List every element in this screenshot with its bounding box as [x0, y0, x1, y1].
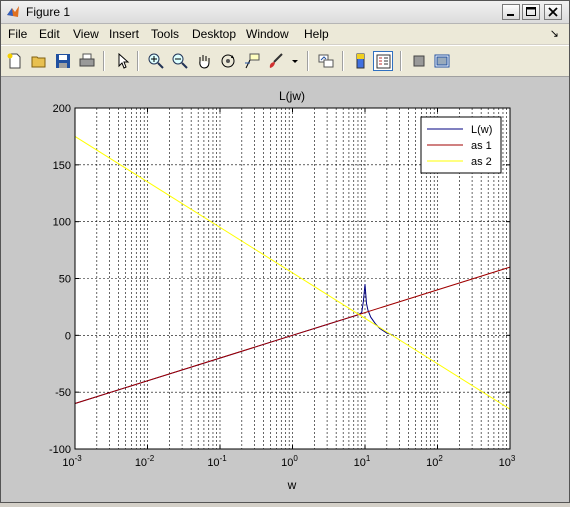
y-tick-label: -50: [55, 387, 71, 399]
close-button[interactable]: [544, 4, 562, 20]
zoom-in-button[interactable]: [146, 51, 166, 71]
legend-label: L(w): [471, 124, 492, 136]
insert-legend-button[interactable]: [373, 51, 393, 71]
save-icon: [56, 54, 70, 68]
maximize-button[interactable]: [522, 4, 540, 20]
plot-svg[interactable]: L(jw) 200 150 100 50 0 -50 -10010-3 10-2 10-1 100…: [1, 77, 569, 502]
chevron-down-icon: [292, 60, 298, 63]
toolbar-separator: [137, 51, 139, 71]
pan-icon: [199, 55, 210, 69]
hide-plot-tools-icon: [413, 55, 425, 67]
y-tick-label: -100: [49, 444, 71, 456]
x-tick-label: 101: [354, 454, 371, 469]
matlab-icon: [7, 6, 19, 17]
print-icon: [79, 53, 95, 67]
title-bar[interactable]: Figure 1: [1, 1, 569, 24]
rotate-icon: [221, 54, 235, 68]
show-plot-tools-icon: [434, 54, 450, 68]
y-tick-label: 100: [53, 217, 71, 229]
link-icon: [318, 54, 334, 68]
close-icon: [548, 7, 558, 17]
zoom-out-icon: [172, 53, 188, 69]
pan-button[interactable]: [194, 51, 214, 71]
y-tick-label: 150: [53, 160, 71, 172]
menu-insert[interactable]: Insert: [109, 27, 139, 41]
y-tick-label: 50: [59, 274, 71, 286]
zoom-out-button[interactable]: [170, 51, 190, 71]
menu-view[interactable]: View: [73, 27, 99, 41]
insert-colorbar-button[interactable]: [351, 51, 371, 71]
window-title: Figure 1: [26, 5, 71, 19]
hide-plot-tools-button[interactable]: [409, 51, 429, 71]
colorbar-icon: [356, 53, 365, 69]
x-axis-label: w: [287, 478, 297, 492]
dock-arrow-icon[interactable]: ↘: [550, 27, 559, 40]
x-tick-label: 10-3: [62, 454, 82, 469]
link-plot-button[interactable]: [316, 51, 336, 71]
minimize-icon: [507, 14, 514, 16]
figure-toolbar: [1, 45, 569, 77]
maximize-icon: [526, 7, 536, 16]
print-button[interactable]: [77, 51, 97, 71]
zoom-in-icon: [148, 53, 164, 69]
menu-tools[interactable]: Tools: [151, 27, 179, 41]
legend-label: as 2: [471, 156, 492, 168]
toolbar-separator: [307, 51, 309, 71]
new-figure-icon: [7, 53, 21, 69]
y-tick-label: 200: [53, 103, 71, 115]
plot-title: L(jw): [279, 89, 305, 103]
pointer-icon: [118, 53, 130, 69]
x-tick-label: 102: [426, 454, 443, 469]
new-figure-button[interactable]: [5, 51, 25, 71]
toolbar-separator: [103, 51, 105, 71]
minimize-button[interactable]: [502, 4, 520, 20]
open-file-button[interactable]: [29, 51, 49, 71]
legend-label: as 1: [471, 140, 492, 152]
y-tick-label: 0: [65, 330, 71, 342]
menu-help[interactable]: Help: [304, 27, 329, 41]
brush-button[interactable]: [266, 51, 286, 71]
show-plot-tools-button[interactable]: [432, 51, 452, 71]
menu-window[interactable]: Window: [246, 27, 289, 41]
legend-icon: [376, 54, 391, 69]
axes[interactable]: 200 150 100 50 0 -50 -10010-3 10-2 10-1 100 101 102…: [49, 103, 516, 469]
x-tick-label: 10-2: [135, 454, 155, 469]
rotate-3d-button[interactable]: [218, 51, 238, 71]
figure-canvas[interactable]: L(jw) 200 150 100 50 0 -50 -100 10-3 10-2 10-1 100…: [1, 77, 569, 502]
menu-file[interactable]: File: [8, 27, 27, 41]
brush-dropdown[interactable]: [288, 51, 302, 71]
toolbar-separator: [400, 51, 402, 71]
x-tick-label: 100: [281, 454, 298, 469]
pointer-button[interactable]: [113, 51, 133, 71]
menu-bar: File Edit View Insert Tools Desktop Wind…: [1, 24, 569, 44]
brush-icon: [269, 53, 283, 68]
open-icon: [31, 56, 46, 68]
data-cursor-button[interactable]: [242, 51, 262, 71]
menu-desktop[interactable]: Desktop: [192, 27, 236, 41]
menu-edit[interactable]: Edit: [39, 27, 60, 41]
data-cursor-icon: [245, 53, 260, 69]
toolbar-separator: [342, 51, 344, 71]
x-tick-label: 103: [499, 454, 516, 469]
x-tick-label: 10-1: [207, 454, 227, 469]
figure-window: Figure 1 File Edit View Insert Tools Des…: [0, 0, 570, 503]
save-button[interactable]: [53, 51, 73, 71]
